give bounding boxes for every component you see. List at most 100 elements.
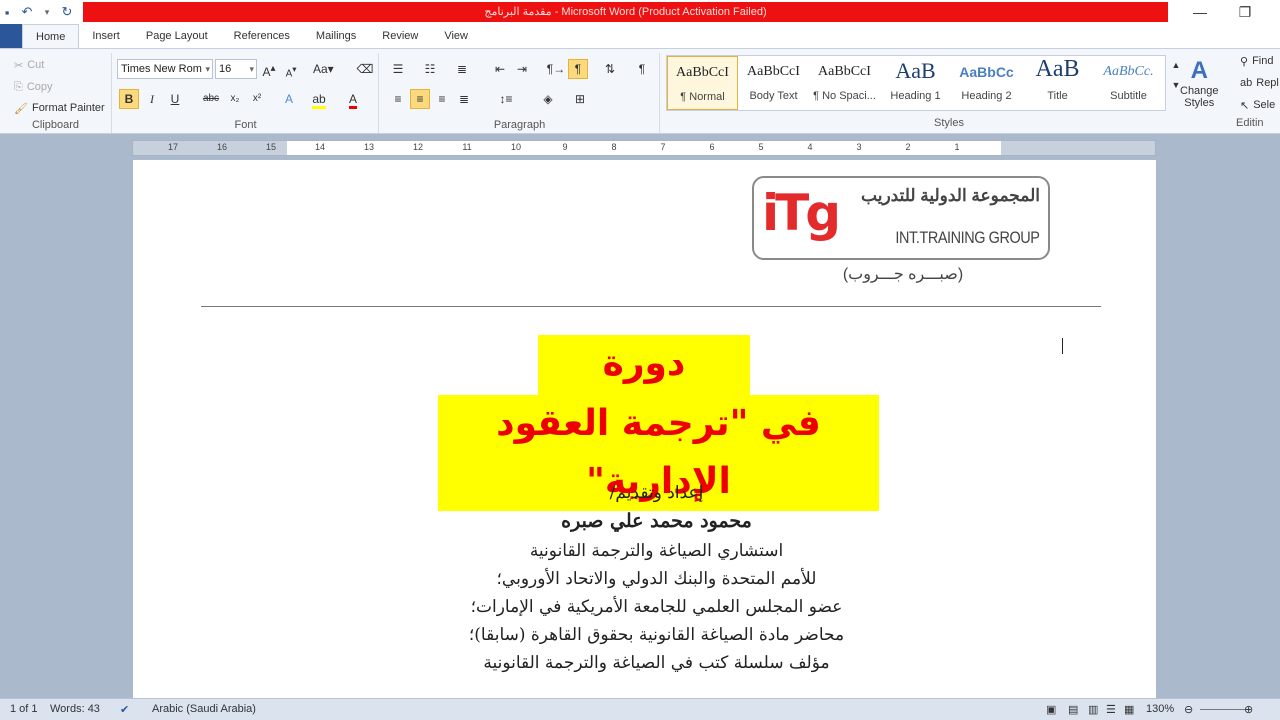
draft-icon[interactable]: ▦ [1124,703,1134,716]
font-name-combo[interactable]: Times New Rom ▾ [117,59,213,79]
undo-dropdown-icon[interactable]: ▾ [40,7,54,18]
ribbon: ✂ Cut ⎘ Copy 🖌 Format Painter Clipboard Tim… [0,48,1280,134]
change-styles-button[interactable]: A Change Styles [1180,57,1219,113]
shading-icon[interactable]: ◈ [538,89,558,109]
bold-button[interactable]: B [119,89,139,109]
font-color-icon[interactable]: A [343,89,363,109]
ltr-direction-icon[interactable]: ¶→ [546,59,566,79]
logo-mark-text: iTg [762,184,841,242]
tab-insert[interactable]: Insert [79,24,133,48]
style-body-text[interactable]: AaBbCcI Body Text [738,56,809,110]
cut-label: Cut [27,59,45,71]
justify-icon[interactable]: ≣ [454,89,474,109]
align-right-icon[interactable]: ≡ [432,89,452,109]
zoom-level[interactable]: 130% [1146,703,1174,715]
shrink-font-icon[interactable]: A▾ [281,59,301,79]
ruler-number: 4 [807,142,813,152]
restore-button[interactable]: ❐ [1230,2,1260,22]
style-heading-2[interactable]: AaBbCc Heading 2 [951,56,1022,110]
undo-icon[interactable]: ↶ [20,4,34,20]
rtl-direction-icon[interactable]: ¶ [568,59,588,79]
select-button[interactable]: ↖ Sele [1240,95,1275,115]
styles-group-label: Styles [934,117,964,129]
cursor-icon: ↖ [1240,99,1250,112]
language-indicator[interactable]: Arabic (Saudi Arabia) [152,703,256,715]
text-effects-icon[interactable]: A [279,89,299,109]
tab-review[interactable]: Review [369,24,431,48]
document-page[interactable]: iTg المجموعة الدولية للتدريب INT.TRAININ… [133,160,1156,698]
web-layout-icon[interactable]: ▥ [1088,703,1098,716]
clipboard-group: ✂ Cut ⎘ Copy 🖌 Format Painter Clipboard [0,53,112,133]
subscript-button[interactable]: x₂ [225,89,245,109]
ruler-number: 7 [660,142,666,152]
clipboard-group-label: Clipboard [31,119,80,131]
underline-button[interactable]: U [165,89,185,109]
outline-icon[interactable]: ☰ [1106,703,1116,716]
logo-arabic-text: المجموعة الدولية للتدريب [861,186,1040,205]
word-count[interactable]: Words: 43 [50,703,100,715]
sort-icon[interactable]: ⇅ [600,59,620,79]
style-title[interactable]: AaB Title [1022,56,1093,110]
print-layout-icon[interactable]: ▣ [1046,703,1056,716]
tab-mailings[interactable]: Mailings [303,24,369,48]
align-center-icon[interactable]: ≡ [410,89,430,109]
ruler-number: 15 [265,142,276,152]
decrease-indent-icon[interactable]: ⇤ [490,59,510,79]
style-subtitle[interactable]: AaBbCc. Subtitle [1093,56,1164,110]
increase-indent-icon[interactable]: ⇥ [512,59,532,79]
save-icon[interactable]: ▪ [0,5,14,20]
borders-icon[interactable]: ⊞ [570,89,590,109]
style-normal[interactable]: AaBbCcI ¶ Normal [667,56,738,110]
numbering-icon[interactable]: ☷ [420,59,440,79]
ruler-number: 11 [462,142,472,152]
zoom-in-icon[interactable]: ⊕ [1244,703,1253,716]
cut-button[interactable]: ✂ Cut [14,55,44,75]
zoom-out-icon[interactable]: ⊖ [1184,703,1193,716]
highlight-color-icon[interactable]: ab [309,89,329,109]
align-left-icon[interactable]: ≡ [388,89,408,109]
style-sample: AaBbCcI [676,65,729,80]
copy-button[interactable]: ⎘ Copy [14,77,53,97]
ribbon-tabs: Home Insert Page Layout References Maili… [0,24,1280,48]
author-credential: مؤلف سلسلة كتب في الصياغة والترجمة القان… [483,653,830,673]
find-label: Find [1252,55,1274,67]
change-styles-label-2: Styles [1184,97,1215,109]
font-size-combo[interactable]: 16 ▾ [215,59,257,79]
window-title: مقدمة البرنامج - Microsoft Word (Product… [83,2,1168,22]
change-case-icon[interactable]: Aa▾ [313,59,334,79]
tab-view[interactable]: View [431,24,481,48]
find-button[interactable]: ⚲ Find [1240,51,1273,71]
zoom-slider[interactable] [1200,709,1250,710]
style-name: Title [1047,90,1068,102]
tab-home[interactable]: Home [22,24,80,48]
minimize-button[interactable]: — [1185,2,1215,22]
italic-button[interactable]: I [142,89,162,109]
quick-access-toolbar: ▪ ↶ ▾ ↻ ▾ [0,2,94,22]
line-spacing-icon[interactable]: ↕≡ [496,89,516,109]
author-credential: محاضر مادة الصياغة القانونية بحقوق القاه… [468,625,845,645]
replace-button[interactable]: ab Repl [1240,73,1279,93]
proofing-icon[interactable]: ✔ [120,703,129,716]
page-count[interactable]: 1 of 1 [10,703,38,715]
bullets-icon[interactable]: ☰ [388,59,408,79]
author-credential: عضو المجلس العلمي للجامعة الأمريكية في ا… [470,597,843,617]
superscript-button[interactable]: x² [247,89,267,109]
clear-formatting-icon[interactable]: ⌫ [355,59,375,79]
format-painter-button[interactable]: 🖌 Format Painter [14,98,105,118]
redo-icon[interactable]: ↻ [60,4,74,20]
scissors-icon: ✂ [14,59,24,72]
tab-page-layout[interactable]: Page Layout [133,24,221,48]
tab-references[interactable]: References [221,24,303,48]
style-heading-1[interactable]: AaB Heading 1 [880,56,951,110]
horizontal-ruler[interactable]: 17 16 15 14 13 12 11 10 9 8 7 6 5 4 3 2 1 [132,140,1156,156]
grow-font-icon[interactable]: A▴ [259,59,279,79]
strikethrough-button[interactable]: abc [201,89,221,109]
show-formatting-icon[interactable]: ¶ [632,59,652,79]
style-no-spacing[interactable]: AaBbCcI ¶ No Spaci... [809,56,880,110]
multilevel-list-icon[interactable]: ≣ [452,59,472,79]
full-screen-reading-icon[interactable]: ▤ [1068,703,1078,716]
tab-file[interactable] [0,24,22,48]
status-bar: 1 of 1 Words: 43 ✔ Arabic (Saudi Arabia)… [0,698,1280,720]
author-credential: استشاري الصياغة والترجمة القانونية [529,541,784,561]
style-name: Heading 2 [961,90,1012,102]
